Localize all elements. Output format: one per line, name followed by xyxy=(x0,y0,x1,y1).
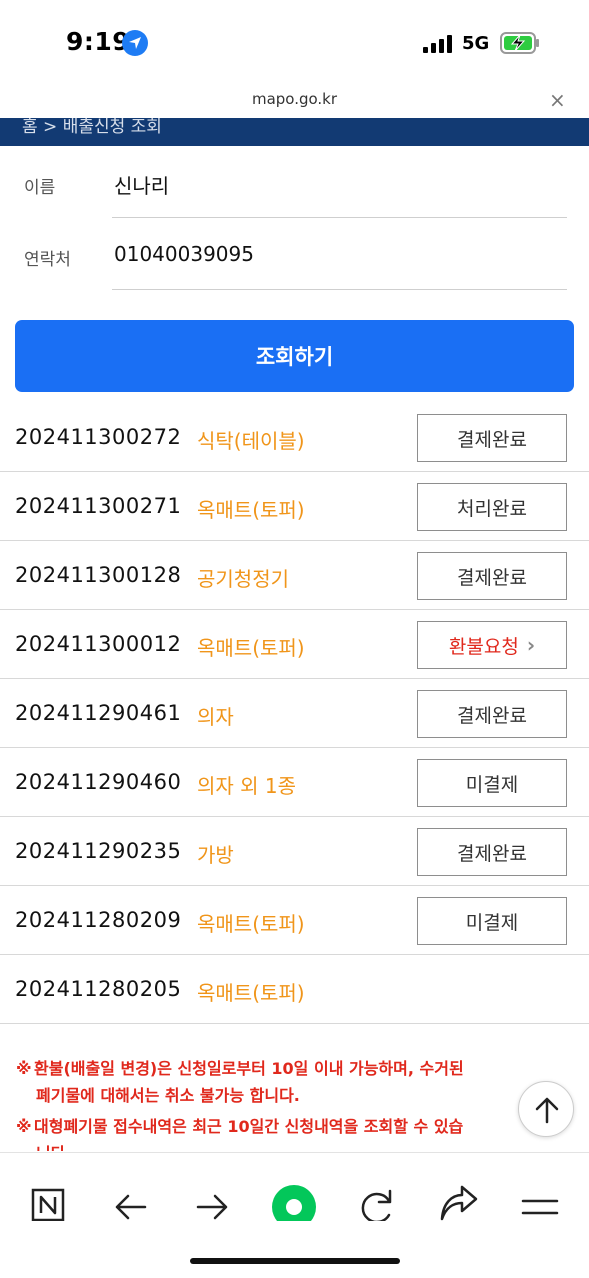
list-item: 202411280209 옥매트(토퍼) 미결제 xyxy=(0,886,589,955)
location-icon xyxy=(122,30,148,56)
history-notice: ※대형폐기물 접수내역은 최근 10일간 신청내역을 조회할 수 있습 니다. xyxy=(16,1113,463,1151)
status-bar: 9:19 5G xyxy=(0,0,589,88)
list-item: 202411300012 옥매트(토퍼) 환불요청 › xyxy=(0,610,589,679)
item-category: 옥매트(토퍼) xyxy=(197,498,305,522)
breadcrumb-bar: 홈 > 배출신청 조회 xyxy=(0,118,589,146)
application-number: 202411300272 xyxy=(15,425,182,449)
status-label: 결제완료 xyxy=(457,428,527,451)
application-number: 202411290235 xyxy=(15,839,182,863)
phone-row: 연락처 01040039095 xyxy=(0,218,589,290)
phone-label: 연락처 xyxy=(24,250,71,270)
application-list: 202411300272 식탁(테이블) 결제완료 202411300271 옥… xyxy=(0,403,589,1024)
item-category: 의자 xyxy=(197,705,234,729)
refresh-icon[interactable] xyxy=(352,1171,402,1221)
notice-text: 니다. xyxy=(16,1140,463,1151)
notice-text: 폐기물에 대해서는 취소 불가능 합니다. xyxy=(36,1086,300,1105)
name-field[interactable]: 신나리 xyxy=(114,170,169,199)
notice-mark: ※ xyxy=(16,1059,32,1078)
list-item: 202411300128 공기청정기 결제완료 xyxy=(0,541,589,610)
item-category: 공기청정기 xyxy=(197,567,289,591)
item-category: 옥매트(토퍼) xyxy=(197,636,305,660)
status-button[interactable]: 결제완료 xyxy=(417,690,567,738)
item-category: 의자 외 1종 xyxy=(197,774,297,798)
application-number: 202411300012 xyxy=(15,632,182,656)
item-category: 옥매트(토퍼) xyxy=(197,912,305,936)
status-button[interactable]: 미결제 xyxy=(417,897,567,945)
status-button[interactable]: 결제완료 xyxy=(417,828,567,876)
close-icon[interactable]: × xyxy=(549,88,566,112)
breadcrumb: 홈 > 배출신청 조회 xyxy=(22,118,162,137)
name-row: 이름 신나리 xyxy=(0,146,589,218)
status-label: 미결제 xyxy=(465,773,519,796)
notice-text: 대형폐기물 접수내역은 최근 10일간 신청내역을 조회할 수 있습 xyxy=(34,1117,464,1136)
status-label: 미결제 xyxy=(465,911,519,934)
status-button[interactable]: 결제완료 xyxy=(417,414,567,462)
item-category: 식탁(테이블) xyxy=(197,429,305,453)
status-button[interactable]: 결제완료 xyxy=(417,552,567,600)
back-icon[interactable] xyxy=(106,1171,156,1221)
refund-request-button[interactable]: 환불요청 › xyxy=(417,621,567,669)
refund-notice: ※ 환불(배출일 변경)은 신청일로부터 10일 이내 가능하며, 수거된 폐기물… xyxy=(16,1055,464,1109)
notice-text: 환불(배출일 변경)은 신청일로부터 10일 이내 가능하며, 수거된 xyxy=(34,1059,464,1078)
list-item: 202411300272 식탁(테이블) 결제완료 xyxy=(0,403,589,472)
status-time: 9:19 xyxy=(66,27,131,56)
chevron-right-icon: › xyxy=(526,633,536,657)
status-button[interactable]: 처리완료 xyxy=(417,483,567,531)
application-number: 202411290460 xyxy=(15,770,182,794)
item-category: 옥매트(토퍼) xyxy=(197,981,305,1005)
application-number: 202411300128 xyxy=(15,563,182,587)
status-label: 결제완료 xyxy=(457,842,527,865)
share-icon[interactable] xyxy=(434,1171,484,1221)
status-label: 처리완료 xyxy=(457,497,527,520)
search-button[interactable]: 조회하기 xyxy=(15,320,574,392)
list-item: 202411290460 의자 외 1종 미결제 xyxy=(0,748,589,817)
phone-field[interactable]: 01040039095 xyxy=(114,242,254,266)
page: 9:19 5G mapo.go.kr × 홈 > 배출신청 조회 이름 신나리 … xyxy=(0,0,589,1278)
item-category: 가방 xyxy=(197,843,234,867)
notice-mark: ※ xyxy=(16,1117,32,1136)
application-number: 202411300271 xyxy=(15,494,182,518)
list-item: 202411300271 옥매트(토퍼) 처리완료 xyxy=(0,472,589,541)
url-bar[interactable]: mapo.go.kr × xyxy=(0,88,589,118)
name-label: 이름 xyxy=(24,178,56,198)
status-button[interactable]: 미결제 xyxy=(417,759,567,807)
url-text[interactable]: mapo.go.kr xyxy=(0,90,589,108)
list-item: 202411290235 가방 결제완료 xyxy=(0,817,589,886)
menu-icon[interactable] xyxy=(517,1171,567,1221)
status-label: 결제완료 xyxy=(457,704,527,727)
signal-icon xyxy=(423,35,453,53)
application-number: 202411290461 xyxy=(15,701,182,725)
green-dot-icon[interactable] xyxy=(270,1171,320,1221)
home-indicator xyxy=(190,1258,400,1264)
naver-icon[interactable] xyxy=(24,1171,74,1221)
network-label: 5G xyxy=(462,33,490,54)
scroll-top-button[interactable] xyxy=(518,1081,574,1137)
arrow-up-icon xyxy=(535,1097,559,1124)
application-number: 202411280209 xyxy=(15,908,182,932)
list-item: 202411290461 의자 결제완료 xyxy=(0,679,589,748)
status-label: 환불요청 xyxy=(448,635,519,658)
phone-underline xyxy=(112,289,567,290)
status-label: 결제완료 xyxy=(457,566,527,589)
list-item: 202411280205 옥매트(토퍼) xyxy=(0,955,589,1024)
application-number: 202411280205 xyxy=(15,977,182,1001)
forward-icon[interactable] xyxy=(187,1171,237,1221)
battery-charging-icon xyxy=(500,32,540,54)
